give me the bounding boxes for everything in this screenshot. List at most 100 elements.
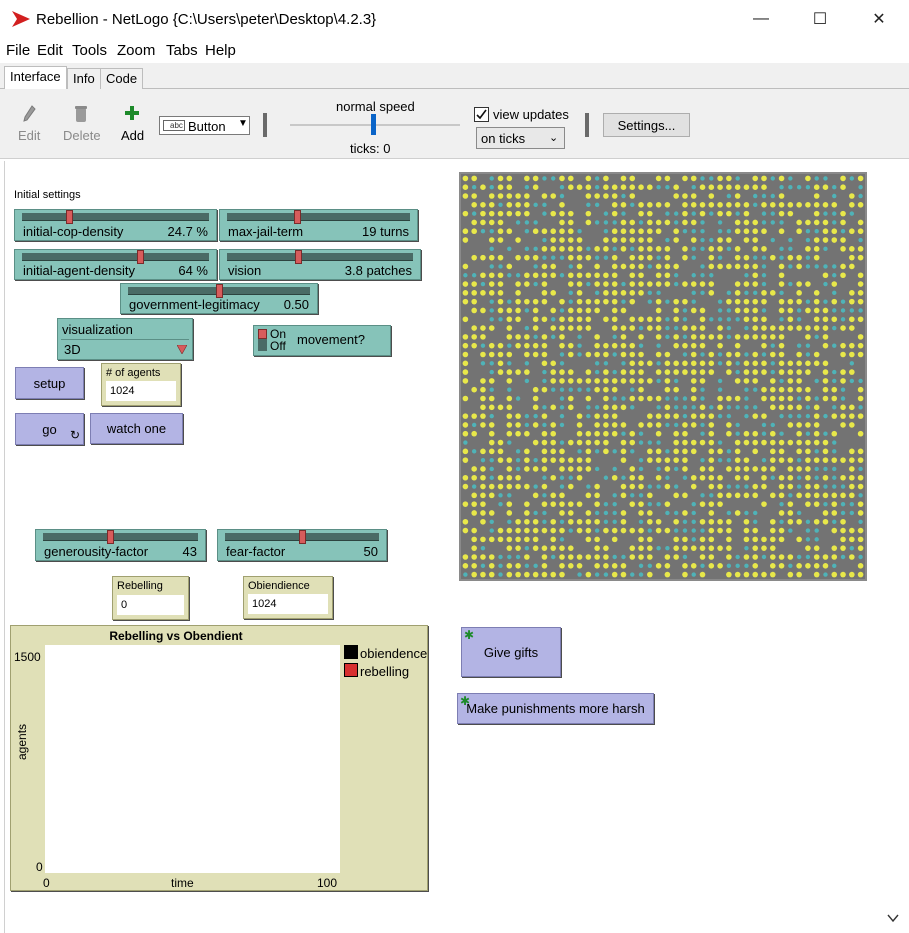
settings-button[interactable]: Settings... bbox=[603, 113, 690, 137]
slider-thumb[interactable] bbox=[298, 530, 306, 544]
citizen-agent bbox=[857, 545, 864, 551]
citizen-agent bbox=[550, 422, 557, 428]
citizen-agent bbox=[611, 228, 618, 235]
generousity-factor-slider[interactable]: generousity-factor 43 bbox=[35, 529, 206, 561]
fear-factor-slider[interactable]: fear-factor 50 bbox=[217, 529, 387, 561]
give-gifts-button[interactable]: ✱ Give gifts bbox=[461, 627, 561, 677]
citizen-agent bbox=[664, 527, 671, 534]
update-mode-select[interactable]: on ticks ⌄ bbox=[476, 127, 565, 149]
cop-agent bbox=[770, 343, 775, 348]
citizen-agent bbox=[734, 395, 741, 402]
tab-interface[interactable]: Interface bbox=[4, 66, 67, 90]
citizen-agent bbox=[849, 254, 855, 261]
widget-type-select[interactable]: abc Button ▼ bbox=[159, 116, 250, 135]
maximize-button[interactable]: ☐ bbox=[797, 0, 843, 38]
cop-agent bbox=[673, 325, 679, 331]
edit-button[interactable]: Edit bbox=[18, 128, 40, 143]
citizen-agent bbox=[576, 307, 583, 314]
citizen-agent bbox=[576, 422, 583, 428]
citizen-agent bbox=[682, 210, 688, 217]
cop-agent bbox=[735, 431, 740, 436]
chooser-value-box[interactable]: 3D bbox=[61, 339, 189, 357]
citizen-agent bbox=[497, 536, 504, 543]
view-updates-checkbox[interactable] bbox=[474, 107, 489, 122]
citizen-agent bbox=[576, 378, 583, 384]
chooser-value: 3D bbox=[64, 342, 81, 357]
world-view[interactable] bbox=[459, 172, 867, 581]
slider-thumb[interactable] bbox=[215, 284, 223, 298]
cop-agent bbox=[524, 325, 530, 331]
government-legitimacy-slider[interactable]: government-legitimacy 0.50 bbox=[120, 283, 318, 314]
tab-info[interactable]: Info bbox=[67, 68, 101, 89]
switch-knob[interactable] bbox=[258, 329, 267, 339]
citizen-agent bbox=[576, 272, 583, 279]
slider-thumb[interactable] bbox=[137, 250, 145, 264]
citizen-agent bbox=[840, 325, 846, 331]
slider-thumb[interactable] bbox=[295, 250, 303, 264]
citizen-agent bbox=[488, 404, 495, 411]
menu-tools[interactable]: Tools bbox=[72, 42, 107, 59]
initial-cop-density-slider[interactable]: initial-cop-density 24.7 % bbox=[14, 209, 217, 241]
minimize-button[interactable]: — bbox=[738, 0, 784, 38]
cop-agent bbox=[726, 457, 732, 463]
citizen-agent bbox=[576, 466, 583, 472]
citizen-agent bbox=[708, 351, 715, 358]
citizen-agent bbox=[682, 281, 688, 287]
cop-agent bbox=[489, 264, 494, 269]
citizen-agent bbox=[471, 281, 477, 287]
cop-agent bbox=[559, 387, 565, 392]
max-jail-term-slider[interactable]: max-jail-term 19 turns bbox=[219, 209, 418, 241]
close-button[interactable]: ✕ bbox=[856, 0, 902, 38]
citizen-agent bbox=[699, 210, 706, 217]
slider-thumb[interactable] bbox=[293, 210, 301, 224]
citizen-agent bbox=[462, 501, 469, 507]
slider-thumb[interactable] bbox=[106, 530, 114, 544]
citizen-agent bbox=[761, 413, 767, 419]
citizen-agent bbox=[805, 360, 811, 367]
menu-zoom[interactable]: Zoom bbox=[117, 42, 155, 59]
menu-file[interactable]: File bbox=[6, 42, 30, 59]
slider-value: 64 % bbox=[178, 263, 208, 278]
menu-tabs[interactable]: Tabs bbox=[166, 42, 198, 59]
make-punishments-harsh-button[interactable]: ✱ Make punishments more harsh bbox=[457, 693, 654, 724]
add-button[interactable]: Add bbox=[121, 128, 144, 143]
citizen-agent bbox=[603, 184, 609, 191]
menu-help[interactable]: Help bbox=[205, 42, 236, 59]
citizen-agent bbox=[541, 342, 548, 349]
menu-edit[interactable]: Edit bbox=[37, 42, 63, 59]
citizen-agent bbox=[849, 571, 855, 578]
vision-slider[interactable]: vision 3.8 patches bbox=[219, 249, 421, 280]
cop-agent bbox=[621, 299, 626, 304]
cop-agent bbox=[665, 317, 670, 322]
switch-track[interactable] bbox=[258, 329, 267, 351]
watch-one-button[interactable]: watch one bbox=[90, 413, 183, 444]
citizen-agent bbox=[576, 554, 583, 560]
chevron-down-icon bbox=[177, 345, 187, 354]
cop-agent bbox=[840, 387, 846, 392]
initial-agent-density-slider[interactable]: initial-agent-density 64 % bbox=[14, 249, 217, 280]
citizen-agent bbox=[769, 254, 776, 261]
citizen-agent bbox=[515, 281, 521, 287]
delete-button[interactable]: Delete bbox=[63, 128, 101, 143]
citizen-agent bbox=[567, 246, 574, 252]
citizen-agent bbox=[726, 351, 732, 358]
citizen-agent bbox=[726, 466, 732, 472]
cop-agent bbox=[779, 255, 784, 260]
cop-agent bbox=[717, 229, 723, 234]
citizen-agent bbox=[769, 457, 776, 463]
cop-agent bbox=[568, 387, 573, 392]
go-button[interactable]: go ↻ bbox=[15, 413, 84, 445]
setup-button[interactable]: setup bbox=[15, 367, 84, 399]
movement-switch[interactable]: On Off movement? bbox=[253, 325, 391, 356]
citizen-agent bbox=[567, 342, 574, 349]
visualization-chooser[interactable]: visualization 3D bbox=[57, 318, 193, 360]
citizen-agent bbox=[743, 430, 750, 437]
citizen-agent bbox=[840, 527, 846, 534]
scroll-down-icon[interactable] bbox=[887, 913, 899, 923]
speed-slider-thumb[interactable] bbox=[371, 114, 376, 135]
cop-agent bbox=[665, 449, 670, 454]
monitor-value: 0 bbox=[117, 595, 184, 615]
citizen-agent bbox=[603, 298, 609, 305]
tab-code[interactable]: Code bbox=[100, 68, 144, 89]
slider-thumb[interactable] bbox=[66, 210, 74, 224]
